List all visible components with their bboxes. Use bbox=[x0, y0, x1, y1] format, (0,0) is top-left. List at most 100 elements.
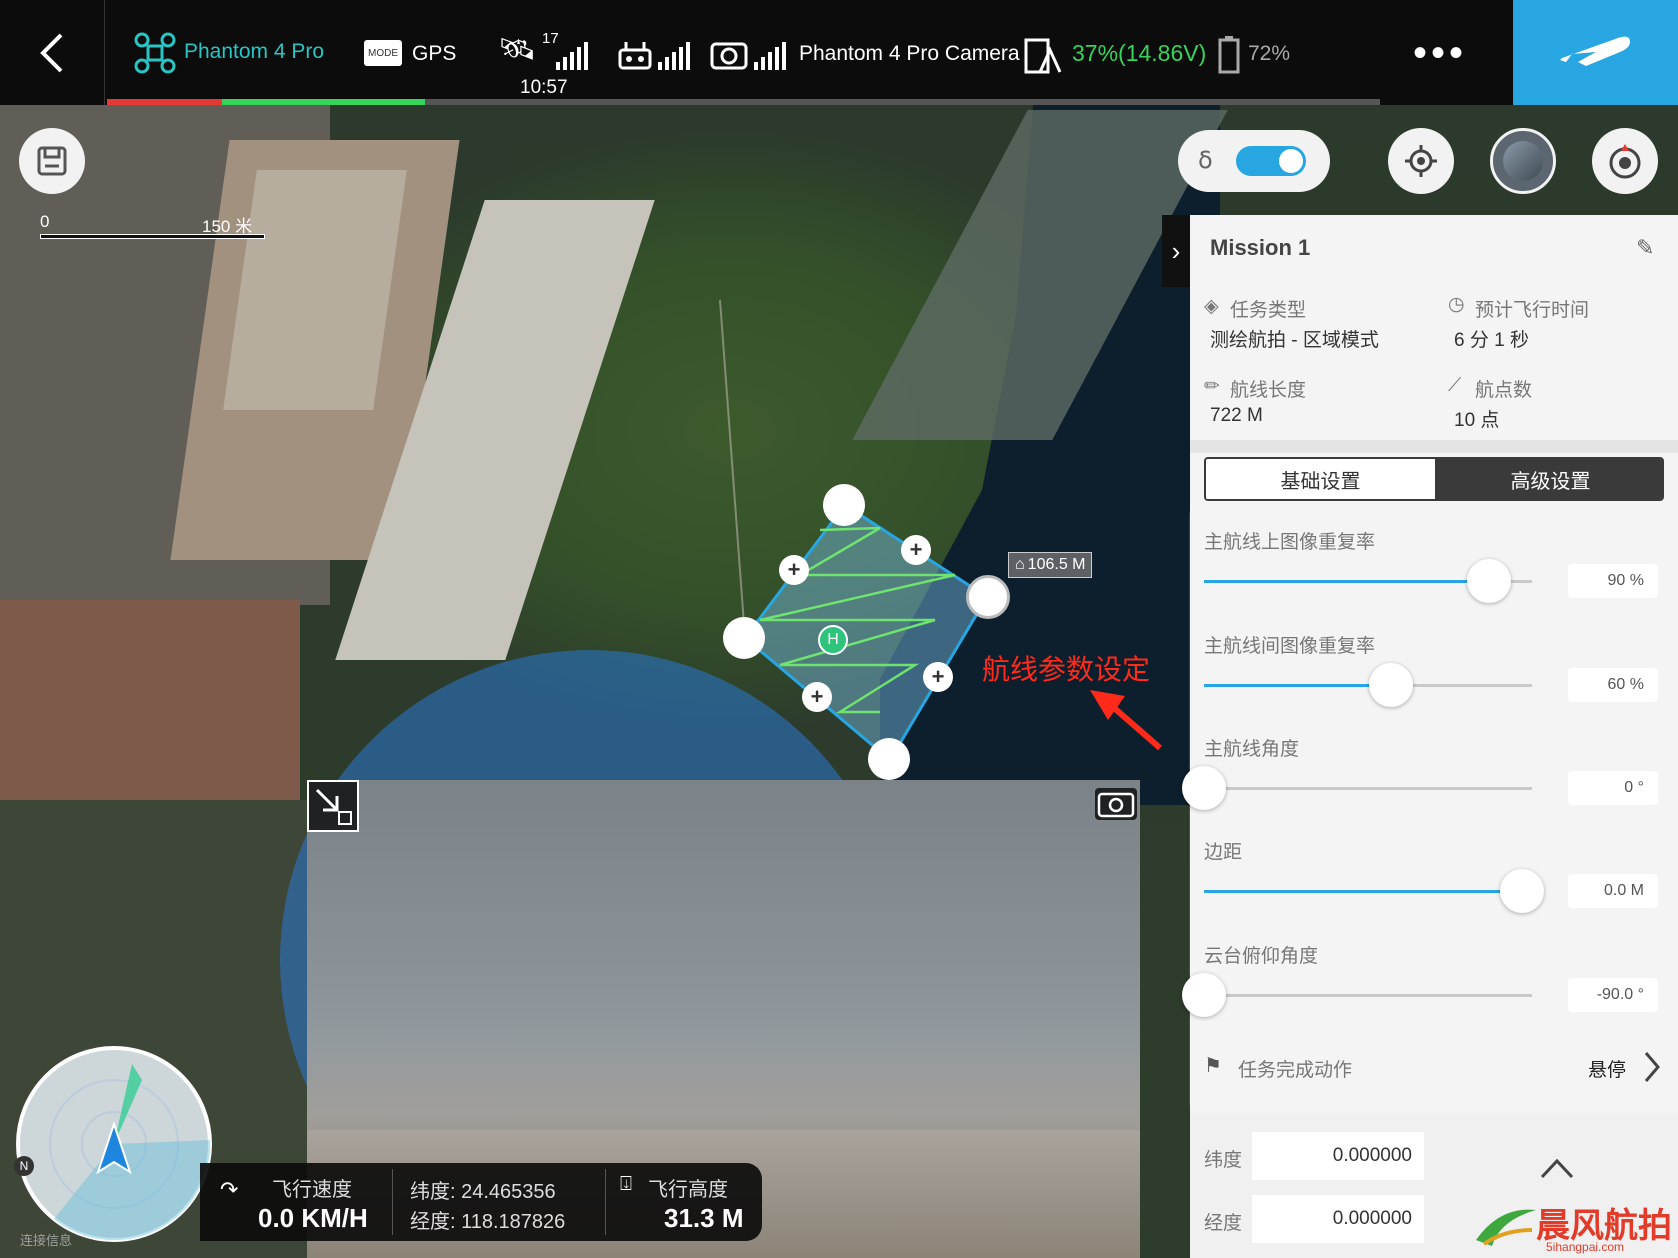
route-toggle-container: ẟ bbox=[1178, 130, 1330, 192]
slider-knob[interactable] bbox=[1182, 973, 1226, 1017]
slider-track[interactable] bbox=[1204, 869, 1545, 913]
lng-input[interactable]: 0.000000 bbox=[1252, 1195, 1424, 1243]
watermark-logo: 晨风航拍 5ihangpai.com bbox=[1470, 1196, 1678, 1258]
chevron-up-icon[interactable] bbox=[1540, 1157, 1574, 1179]
panel-collapse-button[interactable]: › bbox=[1162, 215, 1190, 287]
speed-icon: ↷ bbox=[220, 1177, 239, 1202]
route-toggle[interactable] bbox=[1236, 146, 1306, 176]
crosshair-icon bbox=[1405, 145, 1437, 177]
compass-icon bbox=[1609, 144, 1641, 179]
slider-track[interactable] bbox=[1204, 559, 1532, 603]
slider-value[interactable]: 0 ° bbox=[1568, 771, 1658, 805]
compass-lock-button[interactable] bbox=[1592, 128, 1658, 194]
attitude-radar bbox=[16, 1046, 212, 1242]
switch-camera-button[interactable] bbox=[1095, 788, 1137, 820]
telemetry-lat: 纬度: 24.465356 bbox=[410, 1181, 556, 1203]
altitude-icon: ⍗ bbox=[620, 1173, 632, 1195]
slider-track[interactable] bbox=[1182, 973, 1532, 1017]
slider-value[interactable]: 90 % bbox=[1568, 564, 1658, 598]
altitude-value: 31.3 M bbox=[664, 1203, 744, 1233]
takeoff-button[interactable] bbox=[1513, 0, 1678, 105]
home-distance-value: 106.5 M bbox=[1027, 556, 1086, 573]
airplane-icon bbox=[1559, 36, 1630, 66]
slider-knob[interactable] bbox=[1182, 766, 1226, 810]
locate-button[interactable] bbox=[1388, 128, 1454, 194]
drone-icon bbox=[134, 32, 176, 74]
route-length-icon: ✏ bbox=[1204, 376, 1220, 397]
waypoint[interactable] bbox=[723, 617, 765, 659]
slider-value[interactable]: 0.0 M bbox=[1568, 874, 1658, 908]
mission-name: Mission 1 bbox=[1210, 235, 1311, 260]
edit-icon[interactable]: ✎ bbox=[1636, 235, 1654, 261]
scale-bar bbox=[40, 234, 265, 239]
lat-input[interactable]: 0.000000 bbox=[1252, 1132, 1424, 1180]
aircraft-name: Phantom 4 Pro bbox=[184, 40, 325, 63]
logo-swoosh-icon bbox=[1476, 1209, 1536, 1246]
slider-label: 主航线间图像重复率 bbox=[1204, 636, 1376, 657]
finish-action-value: 悬停 bbox=[1588, 1060, 1627, 1081]
slider-knob[interactable] bbox=[1500, 869, 1545, 913]
altitude-label: 飞行高度 bbox=[648, 1179, 728, 1201]
map-watermark: 连接信息 bbox=[20, 1233, 73, 1248]
route-length-label: 航线长度 bbox=[1230, 380, 1307, 401]
slider-label: 主航线上图像重复率 bbox=[1204, 532, 1376, 553]
waypoints-label: 航点数 bbox=[1475, 380, 1533, 401]
checkered-flag-icon: ⚑ bbox=[1204, 1055, 1222, 1077]
survey-area-polygon[interactable] bbox=[742, 502, 990, 763]
chevron-right-icon bbox=[1644, 1052, 1660, 1082]
add-waypoint-icon[interactable]: + bbox=[779, 555, 809, 585]
save-icon bbox=[37, 146, 67, 176]
scale-start: 0 bbox=[40, 212, 50, 231]
speed-label: 飞行速度 bbox=[272, 1179, 352, 1201]
minimize-video-button[interactable] bbox=[307, 780, 359, 832]
rc-signal-icon bbox=[658, 42, 690, 70]
home-distance-tag: ⌂ 106.5 M bbox=[1008, 552, 1093, 578]
slider-label: 边距 bbox=[1204, 842, 1243, 863]
mission-progress-bar bbox=[107, 99, 1380, 105]
progress-green bbox=[221, 99, 426, 105]
aircraft-battery-icon bbox=[1024, 38, 1062, 74]
video-signal-icon bbox=[754, 42, 786, 70]
waypoint[interactable] bbox=[966, 575, 1010, 619]
slider-knob[interactable] bbox=[1467, 559, 1512, 603]
waypoint[interactable] bbox=[823, 484, 865, 526]
task-type-label: 任务类型 bbox=[1230, 300, 1307, 321]
slider-value[interactable]: -90.0 ° bbox=[1568, 978, 1658, 1012]
add-waypoint-icon[interactable]: + bbox=[923, 662, 953, 692]
speed-value: 0.0 KM/H bbox=[258, 1203, 368, 1233]
route-icon: ẟ bbox=[1198, 147, 1213, 174]
back-button[interactable] bbox=[0, 0, 105, 105]
save-button[interactable] bbox=[19, 128, 85, 194]
slider-track[interactable] bbox=[1204, 663, 1532, 707]
slider-value[interactable]: 60 % bbox=[1568, 668, 1658, 702]
mission-panel: Mission 1 ✎ ◈ 任务类型 测绘航拍 - 区域模式 ◷ 预计飞行时间 … bbox=[1182, 215, 1678, 1258]
annotation-label: 航线参数设定 bbox=[982, 654, 1151, 685]
progress-red bbox=[107, 99, 222, 105]
slider-knob[interactable] bbox=[1368, 663, 1413, 707]
lng-label: 经度 bbox=[1204, 1213, 1243, 1234]
mode-icon: MODE bbox=[364, 40, 402, 66]
est-time-label: 预计飞行时间 bbox=[1475, 300, 1590, 321]
device-battery: 72% bbox=[1248, 42, 1291, 65]
satellite-icon: 🛰 bbox=[498, 33, 537, 66]
more-button[interactable]: ••• bbox=[1380, 28, 1500, 78]
clock-time: 10:57 bbox=[520, 77, 568, 98]
top-status-bar: Phantom 4 Pro MODE GPS 🛰 17 10:57 Phanto… bbox=[0, 0, 1678, 105]
waypoints-value: 10 点 bbox=[1454, 410, 1500, 431]
tab-basic[interactable]: 基础设置 bbox=[1206, 459, 1435, 499]
slider-track[interactable] bbox=[1182, 766, 1532, 810]
lat-label: 纬度 bbox=[1204, 1150, 1243, 1171]
aircraft-battery: 37%(14.86V) bbox=[1072, 40, 1207, 66]
telemetry-lng: 经度: 118.187826 bbox=[410, 1211, 566, 1233]
finish-action-row[interactable]: ⚑ 任务完成动作 悬停 bbox=[1190, 1041, 1678, 1093]
add-waypoint-icon[interactable]: + bbox=[901, 535, 931, 565]
waypoint-count-icon: ⟋ bbox=[1448, 375, 1462, 396]
camera-switch-icon bbox=[1097, 792, 1135, 818]
tab-advanced[interactable]: 高级设置 bbox=[1435, 459, 1662, 499]
waypoint[interactable] bbox=[868, 738, 910, 780]
add-waypoint-icon[interactable]: + bbox=[802, 682, 832, 712]
north-indicator: N bbox=[14, 1156, 34, 1176]
back-arrow-icon bbox=[40, 33, 63, 72]
camera-icon bbox=[710, 42, 748, 70]
map-type-button[interactable] bbox=[1490, 128, 1556, 194]
